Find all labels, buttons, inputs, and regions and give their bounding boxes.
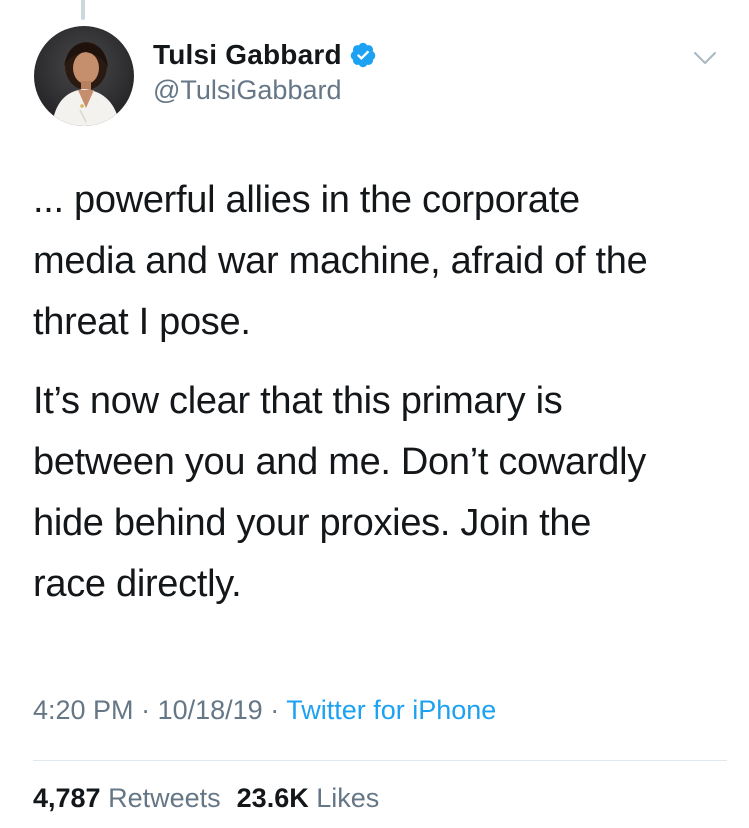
tweet-text: ... powerful allies in the corporate med… xyxy=(33,170,733,633)
tweet-metadata: 4:20 PM · 10/18/19 · Twitter for iPhone xyxy=(33,695,496,726)
tweet-source-link[interactable]: Twitter for iPhone xyxy=(286,695,496,725)
meta-separator: · xyxy=(270,695,280,725)
avatar[interactable] xyxy=(34,26,134,126)
tweet-paragraph-2: It’s now clear that this primary is betw… xyxy=(33,380,646,605)
retweets-count: 4,787 xyxy=(33,783,101,813)
author-display-name[interactable]: Tulsi Gabbard xyxy=(153,39,342,71)
tweet-date[interactable]: 10/18/19 xyxy=(158,695,263,725)
meta-separator: · xyxy=(141,695,151,725)
author-handle[interactable]: @TulsiGabbard xyxy=(153,75,342,106)
profile-photo xyxy=(34,26,134,126)
tweet-time[interactable]: 4:20 PM xyxy=(33,695,134,725)
likes-stat[interactable]: 23.6K Likes xyxy=(237,783,380,813)
retweets-stat[interactable]: 4,787 Retweets xyxy=(33,783,221,813)
thread-connector-line xyxy=(81,0,85,20)
verified-badge-icon xyxy=(349,41,377,69)
tweet-paragraph-1: ... powerful allies in the corporate med… xyxy=(33,179,648,343)
likes-label: Likes xyxy=(316,783,380,813)
engagement-stats: 4,787 Retweets 23.6K Likes xyxy=(33,783,379,814)
likes-count: 23.6K xyxy=(236,783,309,813)
author-name-row[interactable]: Tulsi Gabbard xyxy=(153,36,377,74)
divider xyxy=(33,760,727,761)
chevron-down-icon[interactable] xyxy=(690,48,720,68)
retweets-label: Retweets xyxy=(108,783,221,813)
